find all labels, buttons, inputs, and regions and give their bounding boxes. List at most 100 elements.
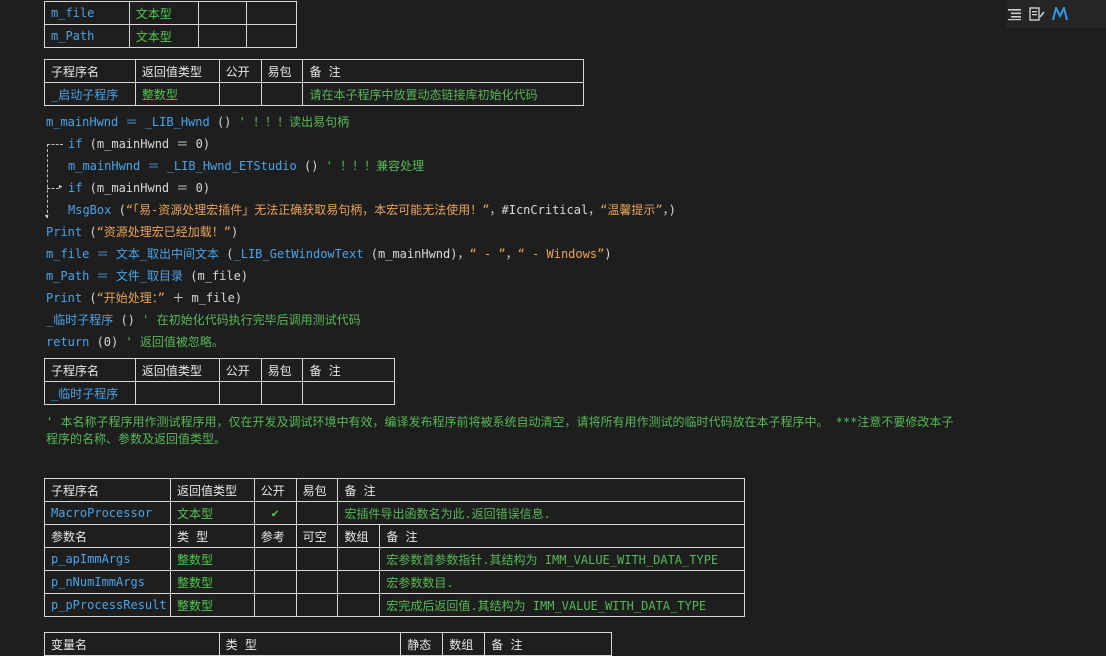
array-cell[interactable] [337, 547, 381, 571]
code-function: 文本_取出中间文本 [115, 247, 220, 261]
epkg-cell[interactable] [260, 82, 304, 106]
sub-name-cell[interactable]: _启动子程序 [44, 82, 136, 106]
epkg-cell[interactable] [260, 381, 304, 405]
code-icon[interactable] [1029, 7, 1045, 21]
code-token: ＋ m_file) [165, 291, 243, 305]
header-cell: 数组 [337, 524, 381, 548]
code-line[interactable]: Print (“开始处理：” ＋ m_file) [46, 287, 242, 309]
ref-cell[interactable] [253, 570, 297, 594]
empty-cell[interactable] [246, 1, 297, 25]
return-type-cell[interactable] [134, 381, 220, 405]
public-cell[interactable] [218, 381, 262, 405]
comment-block[interactable]: ' 本名称子程序用作测试程序用，仅在开发及调试环境中有效，编译发布程序前将被系统… [46, 414, 1102, 448]
code-token: ( [82, 225, 97, 239]
code-line[interactable]: if (m_mainHwnd ＝ 0) [68, 177, 210, 199]
code-line[interactable]: Print (“资源处理宏已经加载！”) [46, 221, 238, 243]
code-line[interactable]: return (0) ' 返回值被忽略。 [46, 331, 224, 353]
format-icon[interactable] [1007, 7, 1023, 21]
code-token: () [113, 313, 143, 327]
code-token: ，#IcnCritical， [489, 203, 601, 217]
header-cell: 参数名 [44, 524, 171, 548]
var-name-cell[interactable]: m_Path [44, 24, 130, 48]
note-cell[interactable]: 宏参数数目. [379, 570, 745, 594]
array-cell[interactable] [337, 593, 381, 617]
ref-cell[interactable] [253, 547, 297, 571]
empty-cell[interactable] [197, 1, 248, 25]
note-cell[interactable]: 宏插件导出函数名为此.返回错误信息. [337, 501, 745, 525]
fold-arrow-icon: ▸ [58, 182, 64, 192]
sub-name-cell[interactable]: _临时子程序 [44, 381, 136, 405]
var-type-cell[interactable]: 文本型 [128, 24, 199, 48]
note-cell[interactable]: 宏参数首参数指针.其结构为 IMM_VALUE_WITH_DATA_TYPE [379, 547, 745, 571]
empty-cell[interactable] [246, 24, 297, 48]
var-name-cell[interactable]: m_file [44, 1, 130, 25]
param-name-cell[interactable]: p_pProcessResult [44, 593, 171, 617]
sub-table-temp: 子程序名 返回值类型 公开 易包 备 注 _临时子程序 [44, 358, 395, 405]
param-type-cell[interactable]: 整数型 [169, 593, 255, 617]
table-header-row: 子程序名 返回值类型 公开 易包 备 注 [44, 59, 584, 83]
logo-icon[interactable] [1052, 7, 1070, 21]
table-header-row: 子程序名 返回值类型 公开 易包 备 注 [44, 478, 745, 502]
code-token: m_file ＝ [46, 247, 116, 261]
nullable-cell[interactable] [295, 547, 339, 571]
param-name-cell[interactable]: p_apImmArgs [44, 547, 171, 571]
code-keyword: if [68, 181, 83, 195]
note-cell[interactable] [302, 381, 395, 405]
header-cell: 公开 [253, 478, 297, 502]
public-cell[interactable] [218, 82, 262, 106]
code-string: “开始处理：” [96, 291, 166, 305]
code-function: Print [46, 291, 83, 305]
header-cell: 返回值类型 [134, 59, 220, 83]
code-line[interactable]: _临时子程序 () ' 在初始化代码执行完毕后调用测试代码 [46, 309, 361, 331]
code-token: (m_mainHwnd ＝ 0) [82, 181, 211, 195]
code-token: m_mainHwnd ＝ [46, 115, 145, 129]
check-icon[interactable]: ✔ [253, 501, 297, 525]
code-keyword: return [46, 335, 90, 349]
code-token: (m_mainHwnd ＝ 0) [82, 137, 211, 151]
header-cell: 子程序名 [44, 478, 171, 502]
return-type-cell[interactable]: 文本型 [169, 501, 255, 525]
table-row: m_Path 文本型 [44, 24, 297, 48]
return-type-cell[interactable]: 整数型 [134, 82, 220, 106]
code-string: “ - Windows” [517, 247, 605, 261]
code-string: “ - ” [469, 247, 506, 261]
code-token: _LIB_Hwnd [144, 115, 210, 129]
epkg-cell[interactable] [295, 501, 339, 525]
code-string: “温馨提示” [600, 203, 663, 217]
header-cell: 静态 [400, 632, 444, 656]
param-type-cell[interactable]: 整数型 [169, 570, 255, 594]
code-line[interactable]: MsgBox (“「易-资源处理宏插件」无法正确获取易句柄，本宏可能无法使用！”… [68, 199, 676, 221]
table-row: MacroProcessor 文本型 ✔ 宏插件导出函数名为此.返回错误信息. [44, 501, 745, 525]
comment-line: ' 本名称子程序用作测试程序用，仅在开发及调试环境中有效，编译发布程序前将被系统… [46, 415, 954, 429]
code-line[interactable]: m_mainHwnd ＝ _LIB_Hwnd_ETStudio () ' ！！！… [68, 155, 424, 177]
table-header-row: 子程序名 返回值类型 公开 易包 备 注 [44, 358, 395, 382]
param-type-cell[interactable]: 整数型 [169, 547, 255, 571]
code-comment: ' 返回值被忽略。 [125, 335, 224, 349]
var-table-top: m_file 文本型 m_Path 文本型 [44, 1, 297, 48]
var-type-cell[interactable]: 文本型 [128, 1, 199, 25]
array-cell[interactable] [337, 570, 381, 594]
empty-cell[interactable] [197, 24, 248, 48]
param-name-cell[interactable]: p_nNumImmArgs [44, 570, 171, 594]
code-line[interactable]: m_mainHwnd ＝ _LIB_Hwnd () ' ！！！读出易句柄 [46, 111, 349, 133]
table-row: p_apImmArgs 整数型 宏参数首参数指针.其结构为 IMM_VALUE_… [44, 547, 745, 571]
nullable-cell[interactable] [295, 593, 339, 617]
note-cell[interactable]: 请在本子程序中放置动态链接库初始化代码 [302, 82, 584, 106]
code-line[interactable]: if (m_mainHwnd ＝ 0) [68, 133, 210, 155]
code-comment: ' 在初始化代码执行完毕后调用测试代码 [142, 313, 361, 327]
header-cell: 类 型 [218, 632, 402, 656]
code-token: () [209, 115, 239, 129]
code-line[interactable]: m_Path ＝ 文件_取目录 (m_file) [46, 265, 248, 287]
code-line[interactable]: m_file ＝ 文本_取出中间文本 (_LIB_GetWindowText (… [46, 243, 612, 265]
fold-guide [47, 144, 63, 145]
code-token: m_mainHwnd ＝ [68, 159, 167, 173]
nullable-cell[interactable] [295, 570, 339, 594]
header-cell: 类 型 [169, 524, 255, 548]
note-cell[interactable]: 宏完成后返回值.其结构为 IMM_VALUE_WITH_DATA_TYPE [379, 593, 745, 617]
sub-name-cell[interactable]: MacroProcessor [44, 501, 171, 525]
ref-cell[interactable] [253, 593, 297, 617]
header-cell: 子程序名 [44, 358, 136, 382]
code-token: ) [231, 225, 239, 239]
table-row: _启动子程序 整数型 请在本子程序中放置动态链接库初始化代码 [44, 82, 584, 106]
code-token: ( [82, 291, 97, 305]
